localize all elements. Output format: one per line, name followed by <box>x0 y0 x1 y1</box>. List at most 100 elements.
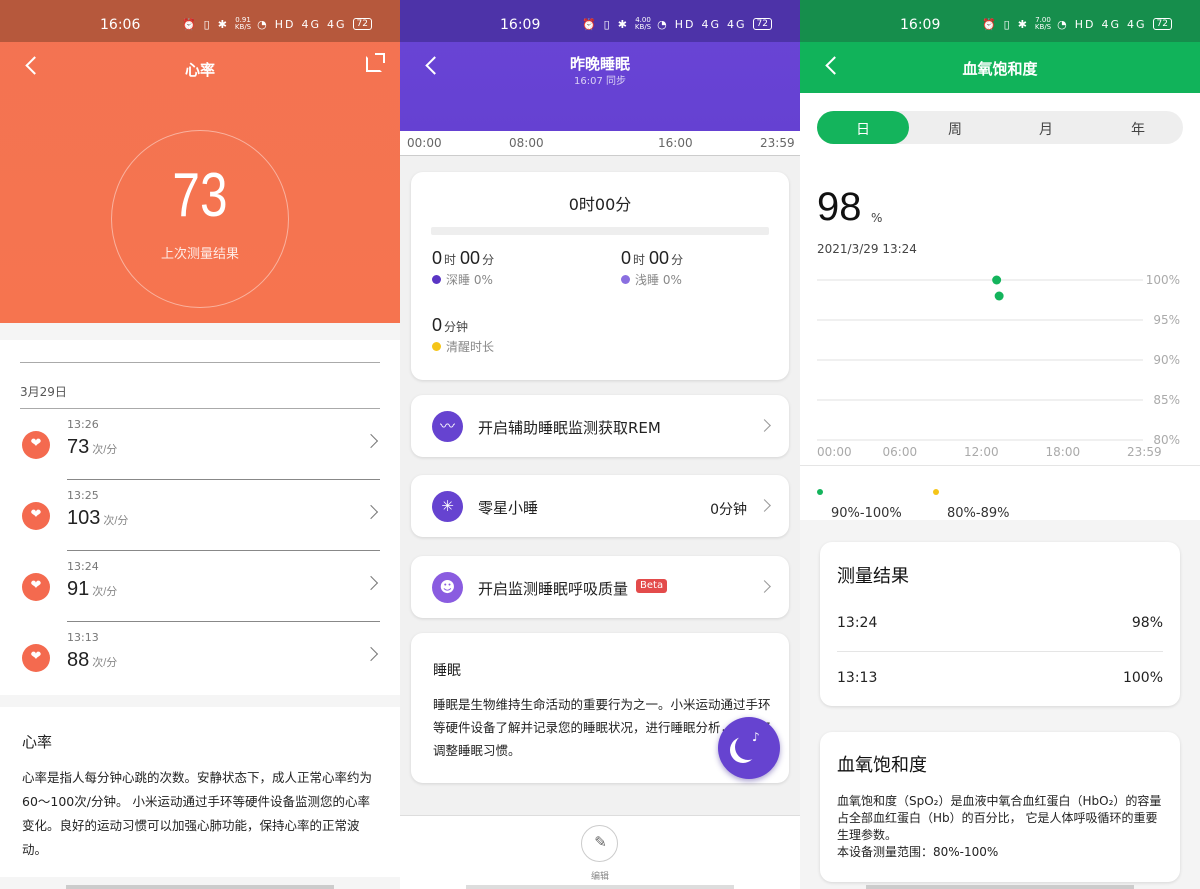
chevron-right-icon <box>758 499 771 512</box>
bottom-bar: 编辑 <box>400 815 800 889</box>
vibrate-icon: ▯ <box>203 17 212 31</box>
sleep-screen: 16:09 ⏰ ▯ ✱ 4.00 KB/S ◔ HD 4G 4G 72 昨晚睡眠 … <box>400 0 800 889</box>
y-tick-label: 95% <box>1153 313 1180 327</box>
deep-sleep-stat: 0 时 00 分 深睡 0% <box>432 248 495 287</box>
heart-icon <box>22 644 50 672</box>
info-text: 心率是指人每分钟心跳的次数。安静状态下，成人正常心率约为60～100次/分钟。 … <box>22 770 373 857</box>
breath-icon: ☻ <box>432 572 463 603</box>
bluetooth-icon: ✱ <box>617 17 629 31</box>
scroll-indicator <box>66 885 334 889</box>
list-item[interactable]: 13:26 73次/分 <box>0 409 400 480</box>
heart-icon <box>22 502 50 530</box>
legend-item: 90%-100% <box>817 486 902 521</box>
page-title: 昨晚睡眠 <box>569 55 630 73</box>
spo2-chart: 100%95%90%85%80% 00:00 06:00 12:00 18:00 23:… <box>817 273 1180 459</box>
sleep-bar <box>431 227 769 235</box>
results-card: 测量结果 13:24 98% 13:13 100% <box>820 542 1180 706</box>
status-icons: ⏰ ▯ ✱ 7.00 KB/S ◔ HD 4G 4G 72 <box>982 17 1172 31</box>
y-tick-label: 85% <box>1153 393 1180 407</box>
definition-title: 血氧饱和度 <box>837 755 927 776</box>
page-title: 血氧饱和度 <box>962 60 1038 78</box>
signal-icon: 4G <box>701 17 722 31</box>
awake-stat: 0 分钟 清醒时长 <box>432 315 495 354</box>
deep-sleep-dot <box>432 275 441 284</box>
tab-year[interactable]: 年 <box>1092 119 1184 139</box>
measure-range: 本设备测量范围：80%-100% <box>837 845 999 859</box>
signal-icon-2: 4G <box>727 17 747 31</box>
light-sleep-dot <box>621 275 630 284</box>
signal-icon-2: 4G <box>327 17 347 31</box>
info-title: 心率 <box>22 733 53 751</box>
status-time: 16:06 <box>100 17 141 33</box>
rem-monitor-row[interactable]: 〰 开启辅助睡眠监测获取REM <box>411 395 789 457</box>
sleep-music-button[interactable] <box>718 717 780 779</box>
list-item[interactable]: 13:13 88次/分 <box>0 622 400 693</box>
alarm-icon: ⏰ <box>581 17 598 31</box>
vibrate-icon: ▯ <box>603 17 612 31</box>
data-point[interactable] <box>994 291 1004 301</box>
beta-badge: Beta <box>636 579 668 593</box>
wifi-icon: ◔ <box>257 17 269 31</box>
edit-label: 编辑 <box>590 872 609 882</box>
edit-button[interactable] <box>581 825 619 862</box>
hd-icon: HD <box>1074 17 1096 31</box>
alarm-icon: ⏰ <box>981 17 998 31</box>
result-row[interactable]: 13:24 98% <box>837 597 1163 652</box>
scroll-indicator <box>466 885 734 889</box>
x-tick-label: 12:00 <box>964 445 999 459</box>
heart-rate-list: 3月29日 13:26 73次/分 13:25 103次/分 13:24 91次… <box>0 340 400 695</box>
list-item[interactable]: 13:24 91次/分 <box>0 551 400 622</box>
tab-day[interactable]: 日 <box>817 119 909 139</box>
nap-row[interactable]: ✳ 零星小睡 0分钟 <box>411 475 789 537</box>
about-title: 睡眠 <box>433 663 461 679</box>
chevron-right-icon <box>758 419 771 432</box>
signal-icon-2: 4G <box>1127 17 1147 31</box>
breathing-monitor-row[interactable]: ☻ 开启监测睡眠呼吸质量 Beta <box>411 556 789 618</box>
status-icons: ⏰ ▯ ✱ 0.91 KB/S ◔ HD 4G 4G 72 <box>182 17 372 31</box>
tab-month[interactable]: 月 <box>1000 119 1092 139</box>
signal-icon: 4G <box>1101 17 1122 31</box>
wifi-icon: ◔ <box>1057 17 1069 31</box>
hd-icon: HD <box>274 17 296 31</box>
chevron-right-icon <box>758 580 771 593</box>
sparkle-icon: ✳ <box>432 491 463 522</box>
spo2-timestamp: 2021/3/29 13:24 <box>817 242 917 256</box>
signal-icon: 4G <box>301 17 322 31</box>
list-date: 3月29日 <box>20 385 67 399</box>
battery-icon: 72 <box>1152 18 1172 30</box>
light-sleep-stat: 0 时 00 分 浅睡 0% <box>621 248 684 287</box>
latest-heart-rate: 73 <box>172 161 228 230</box>
nap-value: 0分钟 <box>710 502 747 518</box>
status-time: 16:09 <box>900 17 941 33</box>
legend-item: 80%-89% <box>933 486 1009 521</box>
x-tick-label: 06:00 <box>883 445 918 459</box>
total-sleep: 0时00分 <box>568 195 632 214</box>
chart-legend: 90%-100% 80%-89% <box>800 465 1200 521</box>
chevron-right-icon <box>363 433 379 449</box>
y-tick-label: 100% <box>1146 273 1180 287</box>
hd-icon: HD <box>674 17 696 31</box>
chevron-right-icon <box>363 504 379 520</box>
sleep-summary-card: 0时00分 0 时 00 分 深睡 0% 0 时 00 分 浅睡 0% 0 分钟 清醒时长 <box>411 172 789 380</box>
share-icon[interactable] <box>366 53 385 72</box>
scroll-indicator <box>866 885 1134 889</box>
vibrate-icon: ▯ <box>1003 17 1012 31</box>
heart-rate-screen: 16:06 ⏰ ▯ ✱ 0.91 KB/S ◔ HD 4G 4G 72 心率 73… <box>0 0 400 889</box>
bluetooth-icon: ✱ <box>1017 17 1029 31</box>
tab-week[interactable]: 周 <box>909 119 1001 139</box>
results-title: 测量结果 <box>837 566 909 587</box>
data-point[interactable] <box>992 275 1002 285</box>
spo2-value: 98 <box>817 185 862 229</box>
pulse-icon: 〰 <box>432 411 463 442</box>
sync-time: 16:07 同步 <box>574 76 626 87</box>
awake-dot <box>432 342 441 351</box>
spo2-unit: % <box>871 211 883 225</box>
status-bar: 16:09 ⏰ ▯ ✱ 7.00 KB/S ◔ HD 4G 4G 72 <box>800 0 1200 42</box>
status-time: 16:09 <box>500 17 541 33</box>
list-item[interactable]: 13:25 103次/分 <box>0 480 400 551</box>
heart-icon <box>22 431 50 459</box>
wifi-icon: ◔ <box>657 17 669 31</box>
page-title: 心率 <box>184 61 215 79</box>
result-row[interactable]: 13:13 100% <box>837 652 1163 707</box>
spo2-screen: 16:09 ⏰ ▯ ✱ 7.00 KB/S ◔ HD 4G 4G 72 血氧饱和度… <box>800 0 1200 889</box>
